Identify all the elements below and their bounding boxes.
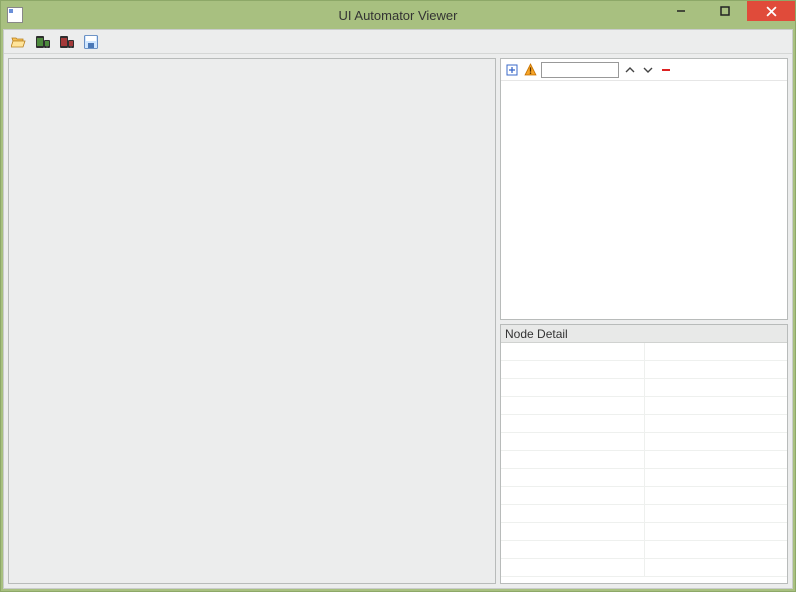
hierarchy-panel <box>500 58 788 320</box>
screenshot-canvas[interactable] <box>8 58 496 584</box>
close-icon <box>766 6 777 17</box>
table-row[interactable] <box>501 343 787 361</box>
table-row[interactable] <box>501 433 787 451</box>
chevron-down-icon <box>643 65 653 75</box>
minimize-icon <box>676 6 686 16</box>
table-row[interactable] <box>501 523 787 541</box>
search-next-button[interactable] <box>641 63 655 77</box>
table-row[interactable] <box>501 451 787 469</box>
table-row[interactable] <box>501 559 787 577</box>
toggle-naf-button[interactable] <box>523 63 537 77</box>
tree-toolbar <box>501 59 787 81</box>
screenshot-button[interactable] <box>34 33 52 51</box>
open-button[interactable] <box>10 33 28 51</box>
minimize-button[interactable] <box>659 1 703 21</box>
expand-all-button[interactable] <box>505 63 519 77</box>
main-split: Node Detail <box>4 54 792 588</box>
node-detail-panel: Node Detail <box>500 324 788 584</box>
hierarchy-tree[interactable] <box>501 81 787 319</box>
search-clear-button[interactable] <box>659 63 673 77</box>
maximize-icon <box>720 6 730 16</box>
table-row[interactable] <box>501 415 787 433</box>
screenshot-compressed-button[interactable] <box>58 33 76 51</box>
close-button[interactable] <box>747 1 795 21</box>
table-row[interactable] <box>501 379 787 397</box>
device-screenshot-compressed-icon <box>59 34 75 50</box>
table-row[interactable] <box>501 361 787 379</box>
table-row[interactable] <box>501 541 787 559</box>
save-button[interactable] <box>82 33 100 51</box>
chevron-up-icon <box>625 65 635 75</box>
table-row[interactable] <box>501 469 787 487</box>
table-row[interactable] <box>501 505 787 523</box>
app-icon <box>7 7 23 23</box>
titlebar[interactable]: UI Automator Viewer <box>1 1 795 29</box>
save-icon <box>83 34 99 50</box>
search-prev-button[interactable] <box>623 63 637 77</box>
expand-all-icon <box>506 64 518 76</box>
client-area: Node Detail <box>3 29 793 589</box>
node-detail-table[interactable] <box>501 343 787 583</box>
device-screenshot-icon <box>35 34 51 50</box>
minus-icon <box>661 65 671 75</box>
table-row[interactable] <box>501 397 787 415</box>
right-column: Node Detail <box>500 58 788 584</box>
main-toolbar <box>4 30 792 54</box>
table-row[interactable] <box>501 487 787 505</box>
folder-open-icon <box>11 34 27 50</box>
search-input[interactable] <box>541 62 619 78</box>
node-detail-header: Node Detail <box>501 325 787 343</box>
maximize-button[interactable] <box>703 1 747 21</box>
window-controls <box>659 1 795 23</box>
warning-triangle-icon <box>524 63 537 76</box>
app-window: UI Automator Viewer <box>0 0 796 592</box>
